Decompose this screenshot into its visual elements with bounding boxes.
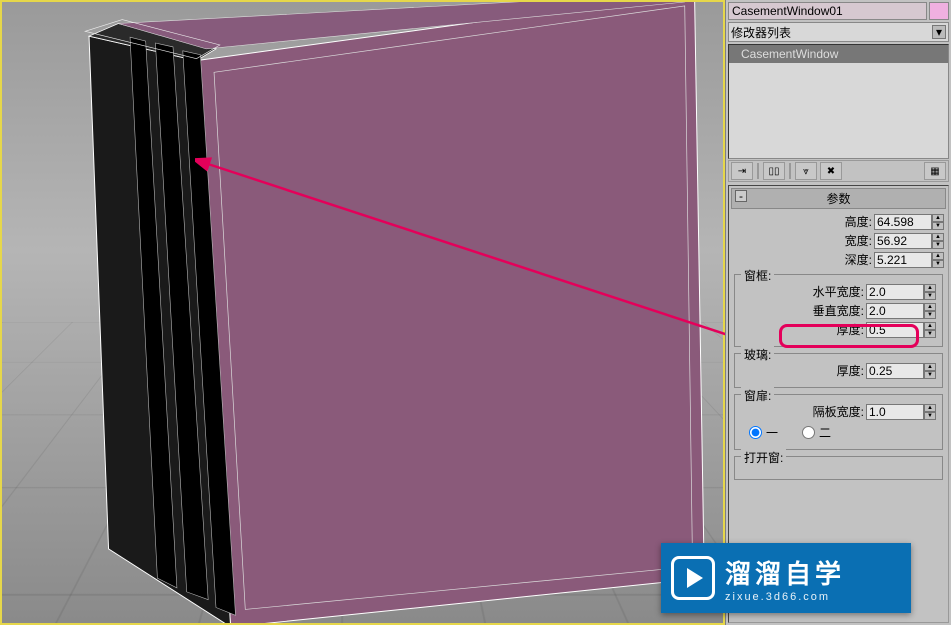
spinner-up-icon[interactable]: ▲ [932,252,944,260]
sash-w-label: 隔板宽度: [810,403,864,420]
configure-sets-icon[interactable]: ▦ [924,162,946,180]
spinner-up-icon[interactable]: ▲ [924,363,936,371]
show-end-result-icon[interactable]: ▯▯ [763,162,785,180]
open-group: 打开窗: [734,456,943,480]
glass-t-input[interactable] [866,363,924,379]
modify-panel: 修改器列表 ▾ CasementWindow ⇥ ▯▯ ⩔ ✖ ▦ - 参数 高… [725,0,951,625]
modifier-stack[interactable]: CasementWindow [728,44,949,159]
modifier-list-dropdown[interactable]: 修改器列表 ▾ [728,22,949,42]
stack-toolbar: ⇥ ▯▯ ⩔ ✖ ▦ [728,160,949,182]
radio-icon[interactable] [749,426,762,439]
object-name-input[interactable] [728,2,927,20]
spinner-up-icon[interactable]: ▲ [924,322,936,330]
modifier-list-label: 修改器列表 [731,24,791,41]
frame-h-label: 水平宽度: [810,283,864,300]
rollout-header[interactable]: - 参数 [731,188,946,209]
radio-icon[interactable] [802,426,815,439]
spinner-up-icon[interactable]: ▲ [924,404,936,412]
sash-group-label: 窗扉: [741,387,774,404]
spinner-down-icon[interactable]: ▼ [932,241,944,249]
rollout-title-label: 参数 [826,192,850,206]
spinner-up-icon[interactable]: ▲ [924,303,936,311]
chevron-down-icon: ▾ [932,25,946,39]
depth-input[interactable] [874,252,932,268]
glass-group: 玻璃: 厚度: ▲▼ [734,353,943,388]
frame-h-input[interactable] [866,284,924,300]
spinner-up-icon[interactable]: ▲ [924,284,936,292]
height-input[interactable] [874,214,932,230]
open-group-label: 打开窗: [741,449,786,466]
watermark-title: 溜溜自学 [725,554,845,591]
spinner-down-icon[interactable]: ▼ [924,330,936,338]
frame-t-input[interactable] [866,322,924,338]
play-icon [671,556,715,600]
viewport[interactable] [0,0,725,625]
make-unique-icon[interactable]: ⩔ [795,162,817,180]
height-label: 高度: [818,213,872,230]
spinner-up-icon[interactable]: ▲ [932,233,944,241]
glass-group-label: 玻璃: [741,346,774,363]
frame-group: 窗框: 水平宽度: ▲▼ 垂直宽度: ▲▼ 厚度: ▲▼ [734,274,943,347]
sash-radio-one[interactable]: 一 [749,424,778,441]
depth-label: 深度: [818,251,872,268]
remove-modifier-icon[interactable]: ✖ [820,162,842,180]
frame-t-label: 厚度: [810,321,864,338]
watermark: 溜溜自学 zixue.3d66.com [661,543,911,613]
frame-group-label: 窗框: [741,267,774,284]
object-color-swatch[interactable] [929,2,949,20]
spinner-down-icon[interactable]: ▼ [924,371,936,379]
width-input[interactable] [874,233,932,249]
width-label: 宽度: [818,232,872,249]
pin-stack-icon[interactable]: ⇥ [731,162,753,180]
stack-item[interactable]: CasementWindow [729,45,948,63]
spinner-down-icon[interactable]: ▼ [924,292,936,300]
watermark-url: zixue.3d66.com [725,591,845,603]
casement-window-object[interactable] [32,2,725,625]
sash-w-input[interactable] [866,404,924,420]
spinner-down-icon[interactable]: ▼ [924,311,936,319]
sash-group: 窗扉: 隔板宽度: ▲▼ 一 二 [734,394,943,450]
glass-t-label: 厚度: [810,362,864,379]
frame-v-input[interactable] [866,303,924,319]
spinner-down-icon[interactable]: ▼ [932,260,944,268]
spinner-down-icon[interactable]: ▼ [924,412,936,420]
spinner-up-icon[interactable]: ▲ [932,214,944,222]
frame-v-label: 垂直宽度: [810,302,864,319]
collapse-icon[interactable]: - [735,190,747,202]
sash-radio-two[interactable]: 二 [802,424,831,441]
spinner-down-icon[interactable]: ▼ [932,222,944,230]
